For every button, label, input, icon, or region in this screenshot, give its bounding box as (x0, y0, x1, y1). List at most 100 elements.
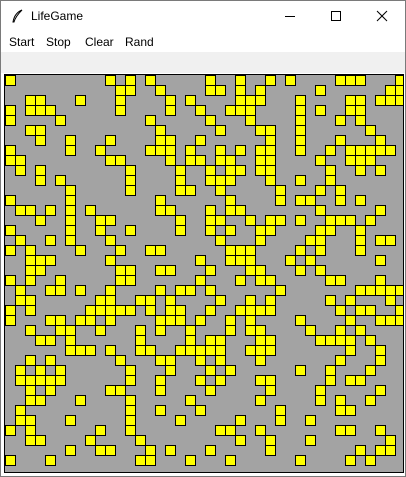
live-cell (5, 425, 16, 436)
live-cell (395, 315, 403, 326)
live-cell (125, 275, 136, 286)
live-cell (235, 435, 246, 446)
live-cell (115, 245, 126, 256)
live-cell (385, 235, 396, 246)
live-cell (345, 455, 356, 466)
live-cell (155, 405, 166, 416)
life-board-canvas[interactable] (4, 74, 404, 473)
live-cell (45, 385, 56, 396)
menu-clear[interactable]: Clear (85, 35, 114, 49)
live-cell (35, 435, 46, 446)
live-cell (65, 415, 76, 426)
menu-start[interactable]: Start (9, 35, 34, 49)
live-cell (365, 365, 376, 376)
maximize-icon (331, 11, 341, 21)
live-cell (295, 365, 306, 376)
live-cell (45, 205, 56, 216)
live-cell (165, 365, 176, 376)
live-cell (175, 415, 186, 426)
live-cell (345, 425, 356, 436)
minimize-button[interactable] (267, 1, 313, 31)
live-cell (185, 185, 196, 196)
live-cell (325, 225, 336, 236)
menu-rand[interactable]: Rand (125, 35, 154, 49)
live-cell (125, 85, 136, 96)
live-cell (165, 445, 176, 456)
live-cell (35, 215, 46, 226)
live-cell (205, 305, 216, 316)
live-cell (285, 75, 296, 86)
maximize-button[interactable] (313, 1, 359, 31)
live-cell (65, 445, 76, 456)
close-button[interactable] (359, 1, 405, 31)
live-cell (375, 165, 386, 176)
live-cell (105, 215, 116, 226)
live-cell (5, 455, 16, 466)
live-cell (385, 445, 396, 456)
live-cell (275, 195, 286, 206)
live-cell (15, 165, 26, 176)
live-cell (95, 325, 106, 336)
title-bar[interactable]: LifeGame (1, 1, 405, 31)
live-cell (115, 105, 126, 116)
live-cell (215, 85, 226, 96)
live-cell (125, 225, 136, 236)
live-cell (75, 95, 86, 106)
live-cell (175, 225, 186, 236)
close-icon (376, 10, 388, 22)
live-cell (225, 325, 236, 336)
live-cell (185, 285, 196, 296)
live-cell (145, 455, 156, 466)
live-cell (55, 285, 66, 296)
live-cell (195, 135, 206, 146)
live-cell (265, 305, 276, 316)
live-cell (105, 315, 116, 326)
live-cell (125, 375, 136, 386)
live-cell (335, 355, 346, 366)
live-cell (45, 235, 56, 246)
live-cell (95, 425, 106, 436)
live-cell (295, 265, 306, 276)
app-window: LifeGame Start Stop Clear Rand (0, 0, 406, 477)
live-cell (225, 175, 236, 186)
live-cell (275, 215, 286, 226)
live-cell (165, 265, 176, 276)
live-cell (295, 215, 306, 226)
live-cell (315, 185, 326, 196)
live-cell (235, 415, 246, 426)
live-cell (205, 445, 216, 456)
live-cell (315, 395, 326, 406)
live-cell (45, 255, 56, 266)
live-cell (75, 285, 86, 296)
live-cell (55, 375, 66, 386)
live-cell (295, 145, 306, 156)
live-cell (155, 385, 166, 396)
live-cell (295, 455, 306, 466)
minimize-icon (285, 16, 295, 17)
live-cell (335, 275, 346, 286)
live-cell (275, 285, 286, 296)
live-cell (45, 455, 56, 466)
live-cell (5, 115, 16, 126)
live-cell (5, 75, 16, 86)
live-cell (355, 75, 366, 86)
live-cell (65, 145, 76, 156)
live-cell (85, 345, 96, 356)
live-cell (295, 175, 306, 186)
menu-stop[interactable]: Stop (46, 35, 71, 49)
live-cell (155, 245, 166, 256)
live-cell (205, 265, 216, 276)
live-cell (35, 135, 46, 146)
feather-icon (11, 9, 25, 23)
live-cell (105, 445, 116, 456)
live-cell (125, 305, 136, 316)
live-cell (35, 265, 46, 276)
live-cell (365, 215, 376, 226)
live-cell (325, 375, 336, 386)
live-cell (5, 315, 16, 326)
live-cell (195, 405, 206, 416)
live-cell (275, 415, 286, 426)
live-cell (395, 95, 403, 106)
live-cell (345, 405, 356, 416)
live-cell (305, 435, 316, 446)
